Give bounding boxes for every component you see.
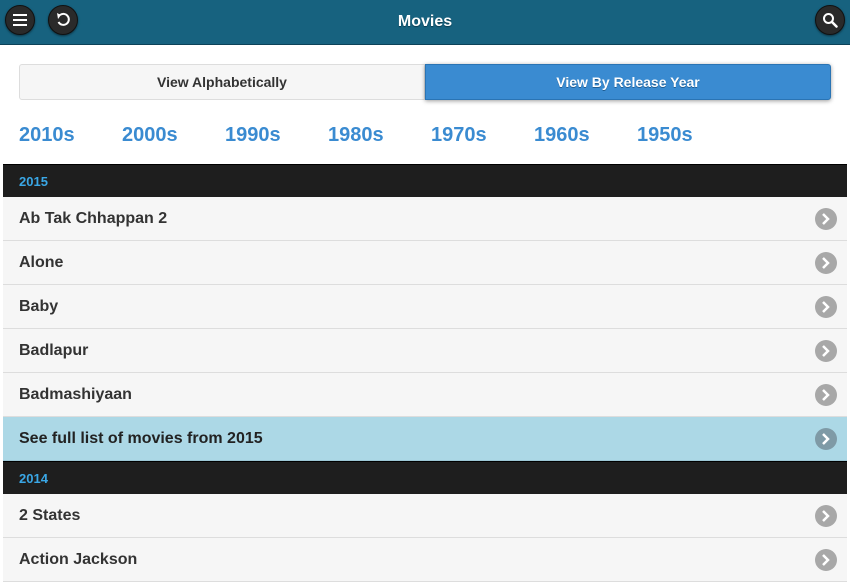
movie-list-item[interactable]: Alone — [3, 241, 847, 285]
movie-list-item[interactable]: Baby — [3, 285, 847, 329]
chevron-right-icon — [815, 384, 837, 406]
page-title: Movies — [397, 13, 453, 30]
view-toggle: View Alphabetically View By Release Year — [19, 64, 831, 100]
decade-link-1970s[interactable]: 1970s — [431, 121, 534, 149]
year-divider: 2014 — [3, 461, 847, 494]
view-by-release-year-button[interactable]: View By Release Year — [425, 64, 831, 100]
movie-list-item[interactable]: Badmashiyaan — [3, 373, 847, 417]
chevron-right-icon — [815, 549, 837, 571]
page-content: View Alphabetically View By Release Year… — [0, 45, 850, 582]
chevron-right-icon — [815, 208, 837, 230]
decade-nav: 2010s 2000s 1990s 1980s 1970s 1960s 1950… — [19, 121, 740, 149]
movie-title: Baby — [19, 298, 59, 315]
see-full-list-link[interactable]: See full list of movies from 2015 — [3, 417, 847, 461]
chevron-right-icon — [815, 296, 837, 318]
movie-list-item[interactable]: Ab Tak Chhappan 2 — [3, 197, 847, 241]
search-icon — [822, 12, 838, 28]
movie-title: Ab Tak Chhappan 2 — [19, 210, 168, 227]
chevron-right-icon — [815, 428, 837, 450]
movie-list-item[interactable]: 2 States — [3, 494, 847, 538]
app-header: Movies — [0, 0, 850, 45]
decade-link-2000s[interactable]: 2000s — [122, 121, 225, 149]
decade-link-1990s[interactable]: 1990s — [225, 121, 328, 149]
see-full-list-label: See full list of movies from 2015 — [19, 430, 263, 447]
chevron-right-icon — [815, 505, 837, 527]
chevron-right-icon — [815, 252, 837, 274]
movie-title: 2 States — [19, 507, 81, 524]
movie-title: Alone — [19, 254, 64, 271]
view-alphabetically-button[interactable]: View Alphabetically — [19, 64, 425, 100]
decade-link-2010s[interactable]: 2010s — [19, 121, 122, 149]
movie-title: Action Jackson — [19, 551, 138, 568]
decade-link-1980s[interactable]: 1980s — [328, 121, 431, 149]
year-divider: 2015 — [3, 164, 847, 197]
search-button[interactable] — [815, 5, 845, 35]
movie-list-item[interactable]: Action Jackson — [3, 538, 847, 582]
decade-link-1950s[interactable]: 1950s — [637, 121, 740, 149]
movie-title: Badlapur — [19, 342, 89, 359]
decade-link-1960s[interactable]: 1960s — [534, 121, 637, 149]
movie-list-item[interactable]: Badlapur — [3, 329, 847, 373]
movie-list: 2015 Ab Tak Chhappan 2 Alone Baby Badlap… — [3, 164, 847, 582]
chevron-right-icon — [815, 340, 837, 362]
movie-title: Badmashiyaan — [19, 386, 132, 403]
